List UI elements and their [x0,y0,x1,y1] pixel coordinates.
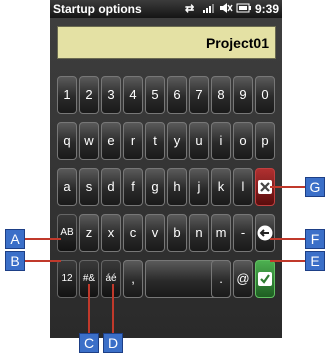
key-n[interactable]: n [189,214,209,252]
key-h[interactable]: h [167,168,187,206]
key-v[interactable]: v [145,214,165,252]
key-5[interactable]: 5 [145,76,165,114]
callout-a-line [25,238,61,240]
callout-d-line [112,284,114,334]
key-6[interactable]: 6 [167,76,187,114]
callout-d: D [103,333,123,353]
clock: 9:39 [254,2,279,16]
key-g[interactable]: g [145,168,165,206]
signal-icon [202,2,216,17]
key-b[interactable]: b [167,214,187,252]
key-e[interactable]: e [101,122,121,160]
battery-icon [236,2,252,17]
key-f[interactable]: f [123,168,143,206]
window-title: Startup options [53,2,142,16]
key-p[interactable]: p [255,122,275,160]
callout-f: F [305,229,325,249]
callout-g-line [270,186,310,188]
callout-e-line [270,260,310,262]
key-4[interactable]: 4 [123,76,143,114]
key-l[interactable]: l [233,168,253,206]
callout-f-line [270,238,310,240]
shift-case-key[interactable]: AB [57,214,77,252]
key-r[interactable]: r [123,122,143,160]
callout-b-line [25,260,61,262]
key-0[interactable]: 0 [255,76,275,114]
callout-g: G [305,177,325,197]
callout-c-line [88,284,90,334]
key-9[interactable]: 9 [233,76,253,114]
key-8[interactable]: 8 [211,76,231,114]
key-dash[interactable]: - [233,214,253,252]
text-input-display[interactable]: Project01 [57,26,276,59]
key-w[interactable]: w [79,122,99,160]
status-bar: Startup options ⇄ 9:39 [50,0,282,18]
key-2[interactable]: 2 [79,76,99,114]
key-m[interactable]: m [211,214,231,252]
volume-muted-icon [219,2,233,17]
key-s[interactable]: s [79,168,99,206]
enter-key[interactable] [255,260,275,298]
key-i[interactable]: i [211,122,231,160]
callout-b: B [5,251,25,271]
numeric-mode-key[interactable]: 12 [57,260,77,298]
key-at[interactable]: @ [233,260,253,298]
callout-a: A [5,229,25,249]
key-t[interactable]: t [145,122,165,160]
key-a[interactable]: a [57,168,77,206]
key-u[interactable]: u [189,122,209,160]
key-1[interactable]: 1 [57,76,77,114]
key-k[interactable]: k [211,168,231,206]
device-screen: Startup options ⇄ 9:39 Project01 1 2 3 4… [50,0,282,338]
key-d[interactable]: d [101,168,121,206]
key-c[interactable]: c [123,214,143,252]
input-value: Project01 [205,35,269,51]
key-y[interactable]: y [167,122,187,160]
key-q[interactable]: q [57,122,77,160]
key-3[interactable]: 3 [101,76,121,114]
key-period[interactable]: . [211,260,231,298]
accents-mode-key[interactable]: áé [101,260,121,298]
key-x[interactable]: x [101,214,121,252]
connectivity-icon: ⇄ [185,3,195,15]
backspace-key[interactable] [255,214,275,252]
checkmark-icon [258,272,272,286]
key-z[interactable]: z [79,214,99,252]
key-j[interactable]: j [189,168,209,206]
key-7[interactable]: 7 [189,76,209,114]
callout-e: E [305,251,325,271]
key-o[interactable]: o [233,122,253,160]
key-comma[interactable]: , [123,260,143,298]
callout-c: C [79,333,99,353]
